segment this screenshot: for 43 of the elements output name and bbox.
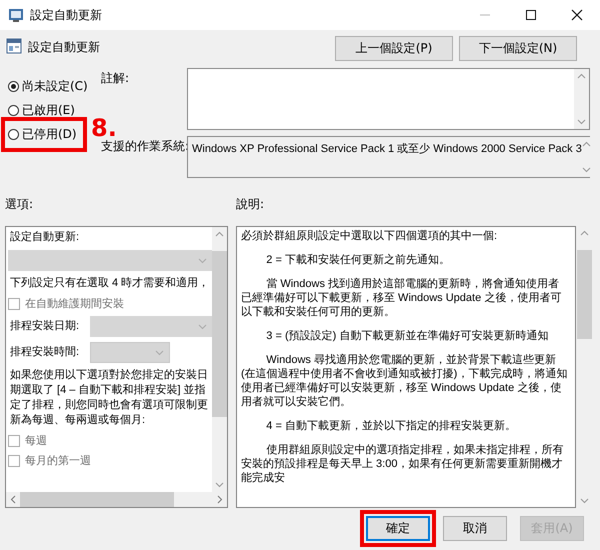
settings-page-icon	[6, 38, 22, 54]
comment-field[interactable]	[187, 68, 590, 130]
option-text: 下列設定只有在選取 4 時才需要和適用，	[9, 276, 210, 291]
help-paragraph: 3 = (預設設定) 自動下載更新並在準備好可安裝更新時通知	[265, 329, 550, 343]
scroll-down-icon	[582, 167, 591, 173]
scrollbar-thumb[interactable]	[577, 250, 592, 339]
scroll-up-icon	[582, 141, 591, 147]
dialog-button[interactable]: 取消	[443, 516, 507, 540]
nav-button[interactable]: 下一個設定(N)	[459, 36, 577, 61]
scroll-up-icon	[580, 230, 589, 236]
window-title: 設定自動更新	[30, 6, 102, 24]
scrollbar-thumb[interactable]	[20, 492, 174, 507]
scrollbar-thumb[interactable]	[212, 251, 227, 417]
option-label: 排程安裝日期:	[9, 319, 80, 334]
scroll-left-icon	[10, 495, 16, 504]
scroll-down-icon	[215, 482, 224, 488]
help-paragraph: 使用群組原則設定中的選項指定排程，如果未指定排程，所有安裝的預設排程是每天早上 3:00，如果有任何更新需要重新開機才能完成安	[241, 443, 564, 485]
section-label: 選項:	[5, 196, 34, 213]
scroll-down-icon	[577, 119, 586, 125]
setting-title: 設定自動更新	[28, 39, 100, 56]
scroll-down-icon	[580, 498, 589, 504]
help-paragraph: 2 = 下載和安裝任何更新之前先通知。	[265, 253, 451, 267]
step-number: 8.	[91, 116, 117, 140]
section-label: 說明:	[236, 196, 266, 213]
chevron-down-icon	[155, 350, 164, 356]
close-icon	[571, 9, 583, 21]
chevron-down-icon	[198, 258, 207, 264]
dialog-button[interactable]: 確定	[366, 516, 430, 540]
radio-option[interactable]: 已停用(D)	[1, 116, 87, 152]
scroll-right-icon	[217, 495, 223, 504]
option-label: 排程安裝時間:	[9, 345, 80, 360]
maximize-icon	[525, 9, 537, 21]
option-text: 如果您使用以下選項對於您排定的安裝日期選取了 [4 – 自動下載和排程安裝] 並指定了排程，則您同時也會有選項可限制更新為每週、每兩週或每個月:	[9, 368, 209, 428]
chevron-down-icon	[198, 324, 207, 330]
nav-button[interactable]: 上一個設定(P)	[335, 36, 453, 61]
help-paragraph: 必須於群組原則設定中選取以下四個選項的其中一個:	[241, 229, 498, 243]
supported-text: Windows XP Professional Service Pack 1 或至少 Windows 2000 Service Pack 3	[191, 142, 582, 157]
scroll-up-icon	[577, 73, 586, 79]
option-text: 設定自動更新:	[9, 230, 80, 245]
scroll-up-icon	[215, 231, 224, 237]
help-paragraph: Windows 尋找適用於您電腦的更新，並於背景下載這些更新 (在這個過程中使用者不會收到通知或被打擾)，下載完成時，將通知使用者已經準備好可以安裝更新，移至 Windows Update 之後，使用者就可以安裝它們。	[241, 353, 568, 409]
help-paragraph: 4 = 自動下載更新，並於以下指定的排程安裝更新。	[265, 419, 517, 433]
help-paragraph: 當 Windows 找到適用於這部電腦的更新時，將會通知使用者已經準備好可以下載更新，移至 Windows Update 之後，使用者可以下載和安裝任何可用的更新。	[241, 277, 562, 319]
